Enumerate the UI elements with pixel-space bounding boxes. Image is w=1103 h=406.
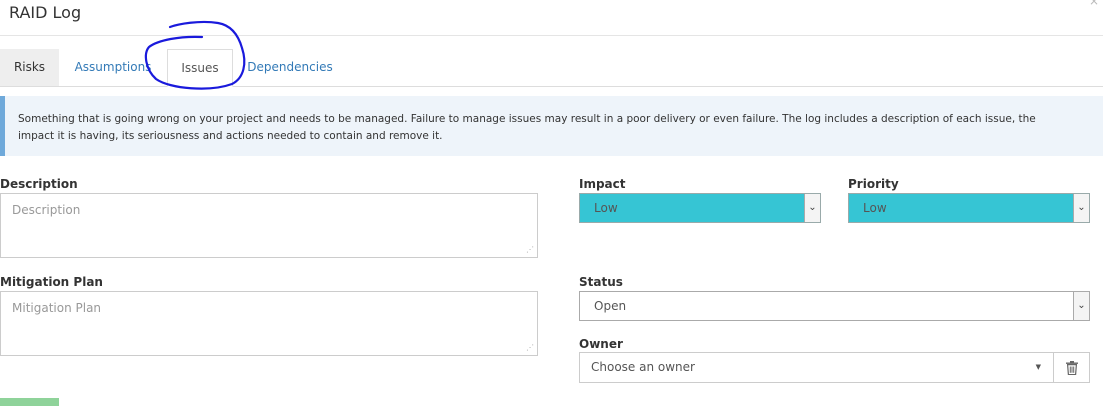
tab-assumptions[interactable]: Assumptions [64, 49, 162, 86]
tab-issues[interactable]: Issues [167, 49, 233, 87]
chevron-down-icon[interactable]: ⌄ [1073, 194, 1089, 222]
mitigation-plan-textarea[interactable]: Mitigation Plan ⋰ [0, 291, 538, 356]
close-icon[interactable]: × [1089, 0, 1099, 8]
owner-select[interactable]: Choose an owner ▼ [579, 352, 1054, 383]
trash-icon [1065, 361, 1078, 376]
delete-owner-button[interactable] [1054, 352, 1090, 383]
tab-bar: Risks Assumptions Issues Dependencies [0, 49, 1103, 87]
owner-placeholder: Choose an owner [591, 360, 695, 374]
description-label: Description [0, 177, 78, 191]
title-divider [0, 35, 1103, 36]
resize-grip-icon[interactable]: ⋰ [526, 246, 534, 254]
resize-grip-icon[interactable]: ⋰ [526, 344, 534, 352]
issues-info-panel: Something that is going wrong on your pr… [0, 96, 1103, 156]
impact-select[interactable]: Low ⌄ [579, 193, 821, 223]
caret-down-icon[interactable]: ▼ [1036, 353, 1041, 382]
save-button[interactable] [0, 398, 59, 406]
status-select[interactable]: Open ⌄ [579, 291, 1090, 321]
dialog-title: RAID Log [9, 3, 82, 22]
owner-label: Owner [579, 337, 623, 351]
status-label: Status [579, 275, 623, 289]
impact-label: Impact [579, 177, 626, 191]
description-textarea[interactable]: Description ⋰ [0, 193, 538, 258]
chevron-down-icon[interactable]: ⌄ [1073, 292, 1089, 320]
priority-select[interactable]: Low ⌄ [848, 193, 1090, 223]
mitigation-plan-placeholder: Mitigation Plan [12, 301, 102, 315]
tab-dependencies[interactable]: Dependencies [240, 49, 340, 86]
tab-risks[interactable]: Risks [0, 49, 59, 86]
priority-label: Priority [848, 177, 899, 191]
status-value: Open [594, 299, 627, 313]
description-placeholder: Description [12, 203, 81, 217]
priority-value: Low [863, 201, 887, 215]
chevron-down-icon[interactable]: ⌄ [804, 194, 820, 222]
impact-value: Low [594, 201, 618, 215]
mitigation-plan-label: Mitigation Plan [0, 275, 103, 289]
